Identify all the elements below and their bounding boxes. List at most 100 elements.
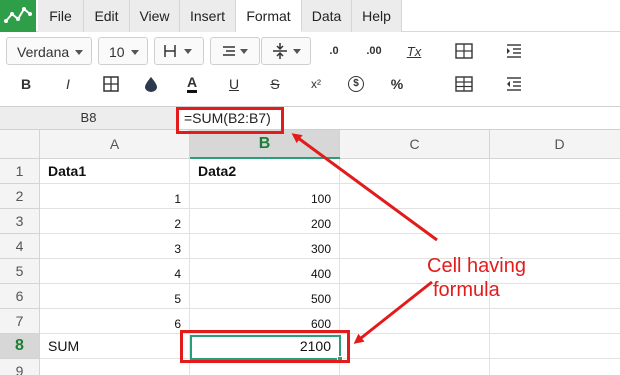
row-header-4[interactable]: 4 xyxy=(0,234,40,259)
merge-cells-button[interactable] xyxy=(450,39,478,63)
chevron-down-icon xyxy=(75,50,83,55)
menu-file[interactable]: File xyxy=(38,0,84,32)
cell-d2[interactable] xyxy=(490,184,620,209)
cell-value-b6: 500 xyxy=(310,292,331,306)
underline-label: U xyxy=(228,76,240,92)
font-family-value: Verdana xyxy=(17,44,70,60)
row-header-2[interactable]: 2 xyxy=(0,184,40,209)
borders-button[interactable] xyxy=(97,72,125,96)
superscript-label: x² xyxy=(311,77,321,91)
currency-button[interactable]: $ xyxy=(342,72,370,96)
column-header-a[interactable]: A xyxy=(40,130,190,159)
cell-b2[interactable]: 100 xyxy=(190,184,340,209)
column-header-c[interactable]: C xyxy=(340,130,490,159)
menu-view[interactable]: View xyxy=(130,0,180,32)
name-box[interactable]: B8 xyxy=(0,107,178,129)
row-header-1[interactable]: 1 xyxy=(0,159,40,184)
menu-edit[interactable]: Edit xyxy=(84,0,130,32)
menu-data[interactable]: Data xyxy=(302,0,352,32)
bold-button[interactable]: B xyxy=(12,72,40,96)
cell-c8[interactable] xyxy=(340,334,490,359)
select-all-corner[interactable] xyxy=(0,130,40,159)
cell-b9[interactable] xyxy=(190,359,340,375)
font-size-select[interactable]: 10 xyxy=(98,37,148,65)
currency-label: $ xyxy=(348,76,364,92)
cell-c1[interactable] xyxy=(340,159,490,184)
text-color-button[interactable]: A xyxy=(178,72,206,96)
cell-c3[interactable] xyxy=(340,209,490,234)
outdent-button[interactable] xyxy=(500,72,528,96)
borders-icon xyxy=(164,45,192,57)
formula-input[interactable]: =SUM(B2:B7) xyxy=(184,107,271,129)
cell-a2[interactable]: 1 xyxy=(40,184,190,209)
decrease-decimal-button[interactable]: .0 xyxy=(320,39,348,63)
cell-a7[interactable]: 6 xyxy=(40,309,190,334)
clear-format-button[interactable]: Tx xyxy=(400,39,428,63)
cell-value-b7: 600 xyxy=(310,317,331,331)
row-header-7[interactable]: 7 xyxy=(0,309,40,334)
cell-d1[interactable] xyxy=(490,159,620,184)
cell-a9[interactable] xyxy=(40,359,190,375)
cell-d7[interactable] xyxy=(490,309,620,334)
app-logo-icon xyxy=(0,0,36,32)
cell-c9[interactable] xyxy=(340,359,490,375)
table-icon xyxy=(455,76,473,92)
table-button[interactable] xyxy=(450,72,478,96)
increase-decimal-button[interactable]: .00 xyxy=(360,39,388,63)
cell-c2[interactable] xyxy=(340,184,490,209)
fill-color-button[interactable] xyxy=(137,72,165,96)
fill-handle[interactable] xyxy=(337,356,343,362)
cell-d3[interactable] xyxy=(490,209,620,234)
column-header-b[interactable]: B xyxy=(190,130,340,159)
row-header-8[interactable]: 8 xyxy=(0,334,40,359)
superscript-button[interactable]: x² xyxy=(302,72,330,96)
menu-insert[interactable]: Insert xyxy=(180,0,236,32)
cell-value-a7: 6 xyxy=(174,317,181,331)
row-header-9[interactable]: 9 xyxy=(0,359,40,375)
cell-value-b2: 100 xyxy=(310,192,331,206)
increase-decimal-label: .00 xyxy=(366,45,382,57)
column-header-d[interactable]: D xyxy=(490,130,620,159)
cell-b5[interactable]: 400 xyxy=(190,259,340,284)
formula-bar: B8 =SUM(B2:B7) xyxy=(0,106,620,130)
underline-button[interactable]: U xyxy=(220,72,248,96)
valign-select[interactable] xyxy=(261,37,311,65)
cell-a6[interactable]: 5 xyxy=(40,284,190,309)
percent-button[interactable]: % xyxy=(383,72,411,96)
cell-b7[interactable]: 600 xyxy=(190,309,340,334)
cell-d8[interactable] xyxy=(490,334,620,359)
row-header-3[interactable]: 3 xyxy=(0,209,40,234)
annotation-line-1: Cell having xyxy=(427,255,526,277)
cell-value-b3: 200 xyxy=(310,217,331,231)
clear-format-label: Tx xyxy=(406,43,422,59)
cell-a3[interactable]: 2 xyxy=(40,209,190,234)
cell-b4[interactable]: 300 xyxy=(190,234,340,259)
font-family-select[interactable]: Verdana xyxy=(6,37,92,65)
cell-value-a1: Data1 xyxy=(48,163,87,179)
bold-label: B xyxy=(20,76,32,92)
row-header-6[interactable]: 6 xyxy=(0,284,40,309)
menu-bar: File Edit View Insert Format Data Help xyxy=(0,0,620,32)
borders-select[interactable] xyxy=(154,37,204,65)
align-right-icon xyxy=(223,46,248,56)
menu-help[interactable]: Help xyxy=(352,0,402,32)
cell-d9[interactable] xyxy=(490,359,620,375)
menu-format[interactable]: Format xyxy=(236,0,302,32)
cell-a5[interactable]: 4 xyxy=(40,259,190,284)
indent-button[interactable] xyxy=(500,39,528,63)
strikethrough-button[interactable]: S xyxy=(261,72,289,96)
cell-value-b4: 300 xyxy=(310,242,331,256)
cell-b8[interactable]: 2100 xyxy=(190,334,340,359)
italic-label: I xyxy=(66,76,70,92)
cell-value-a2: 1 xyxy=(174,192,181,206)
cell-a1[interactable]: Data1 xyxy=(40,159,190,184)
italic-button[interactable]: I xyxy=(54,72,82,96)
align-select[interactable] xyxy=(210,37,260,65)
cell-b6[interactable]: 500 xyxy=(190,284,340,309)
cell-b1[interactable]: Data2 xyxy=(190,159,340,184)
cell-a8[interactable]: SUM xyxy=(40,334,190,359)
cell-a4[interactable]: 3 xyxy=(40,234,190,259)
cell-c7[interactable] xyxy=(340,309,490,334)
cell-b3[interactable]: 200 xyxy=(190,209,340,234)
row-header-5[interactable]: 5 xyxy=(0,259,40,284)
